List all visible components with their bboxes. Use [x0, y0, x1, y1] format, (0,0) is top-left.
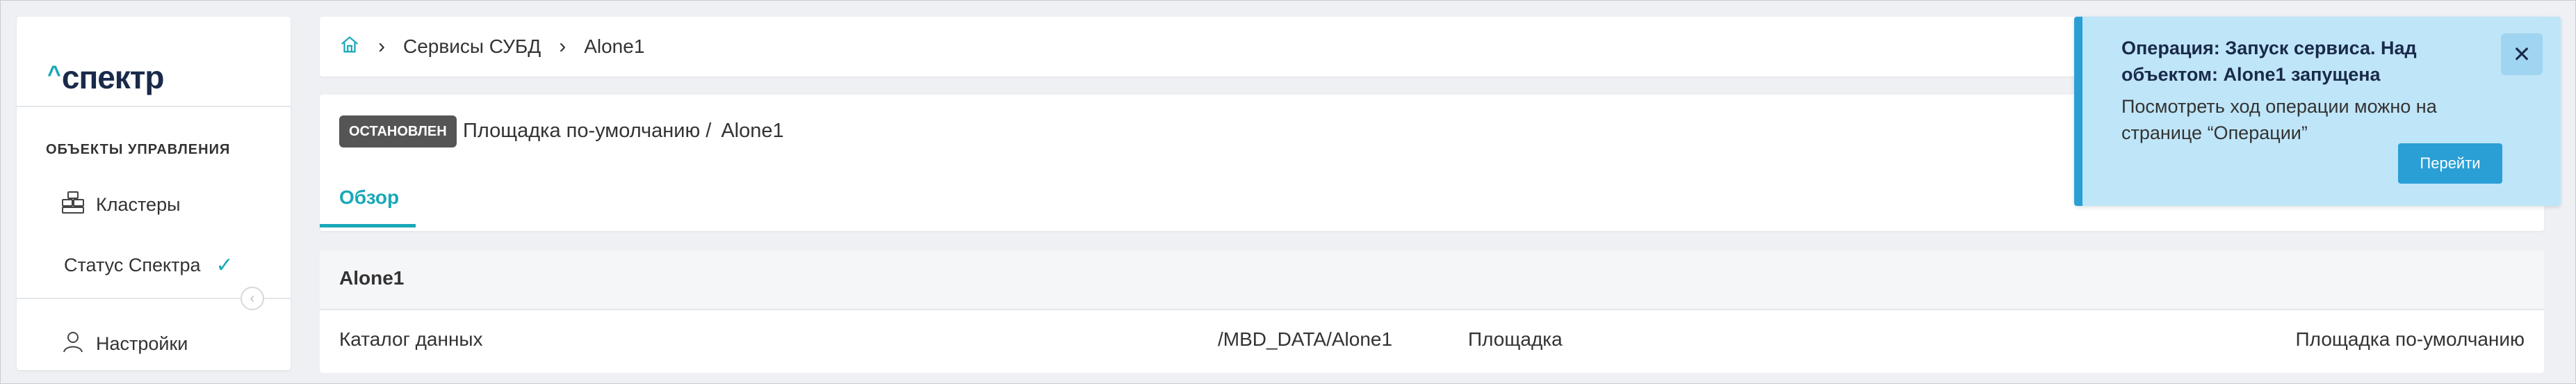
user-icon — [60, 328, 86, 360]
details-header: Alone1 — [320, 250, 2544, 310]
site-label: Площадка по-умолчанию / — [463, 120, 712, 142]
collapse-sidebar-button[interactable]: ‹ — [241, 287, 264, 310]
go-to-operations-button[interactable]: Перейти — [2398, 143, 2502, 184]
site-field-value: Площадка по-умолчанию — [2295, 328, 2525, 350]
sidebar-section-title: ОБЪЕКТЫ УПРАВЛЕНИЯ — [46, 142, 231, 157]
sidebar-divider — [17, 106, 291, 107]
sidebar-item-spectrum-status[interactable]: Статус Спектра ✓ — [64, 253, 234, 278]
toast-accent-bar — [2074, 17, 2082, 206]
breadcrumb-item-dbms-services[interactable]: Сервисы СУБД — [403, 35, 541, 58]
page-title: Площадка по-умолчанию / Alone1 — [463, 120, 784, 143]
tab-label: Обзор — [339, 186, 400, 208]
sidebar-item-settings[interactable]: Настройки — [60, 328, 188, 360]
details-title: Alone1 — [339, 267, 405, 289]
chevron-left-icon: ‹ — [250, 290, 255, 306]
home-icon[interactable] — [339, 34, 360, 60]
toast-notification: Операция: Запуск сервиса. Над объектом: … — [2074, 17, 2561, 206]
details-section: Alone1 Каталог данных /MBD_DATA/Alone1 П… — [320, 250, 2544, 373]
logo[interactable]: ^спектр — [47, 58, 165, 96]
chevron-right-icon: › — [378, 35, 385, 58]
close-icon: ✕ — [2512, 42, 2532, 67]
breadcrumb-item-current: Alone1 — [584, 35, 645, 57]
active-tab-indicator — [320, 224, 416, 227]
logo-caret: ^ — [47, 61, 61, 88]
toast-close-button[interactable]: ✕ — [2501, 33, 2543, 75]
toast-title: Операция: Запуск сервиса. Над объектом: … — [2121, 38, 2417, 85]
clusters-icon — [60, 189, 86, 221]
sidebar: ^спектр ОБЪЕКТЫ УПРАВЛЕНИЯ Кластеры Стат… — [17, 17, 291, 370]
data-catalog-label: Каталог данных — [339, 328, 483, 350]
toast-body: Посмотреть ход операции можно на страниц… — [2121, 96, 2437, 143]
chevron-right-icon: › — [559, 35, 566, 58]
sidebar-item-clusters[interactable]: Кластеры — [60, 189, 181, 221]
sidebar-item-label: Кластеры — [96, 194, 181, 215]
sidebar-item-label: Статус Спектра — [64, 255, 201, 275]
tab-overview[interactable]: Обзор — [339, 186, 399, 209]
status-badge: ОСТАНОВЛЕН — [339, 115, 457, 147]
logo-text: спектр — [61, 59, 165, 95]
sidebar-item-label: Настройки — [96, 333, 188, 354]
data-catalog-value: /MBD_DATA/Alone1 — [1218, 328, 1393, 350]
service-name: Alone1 — [721, 120, 784, 142]
check-icon: ✓ — [215, 254, 234, 277]
site-field-label: Площадка — [1468, 328, 1563, 350]
